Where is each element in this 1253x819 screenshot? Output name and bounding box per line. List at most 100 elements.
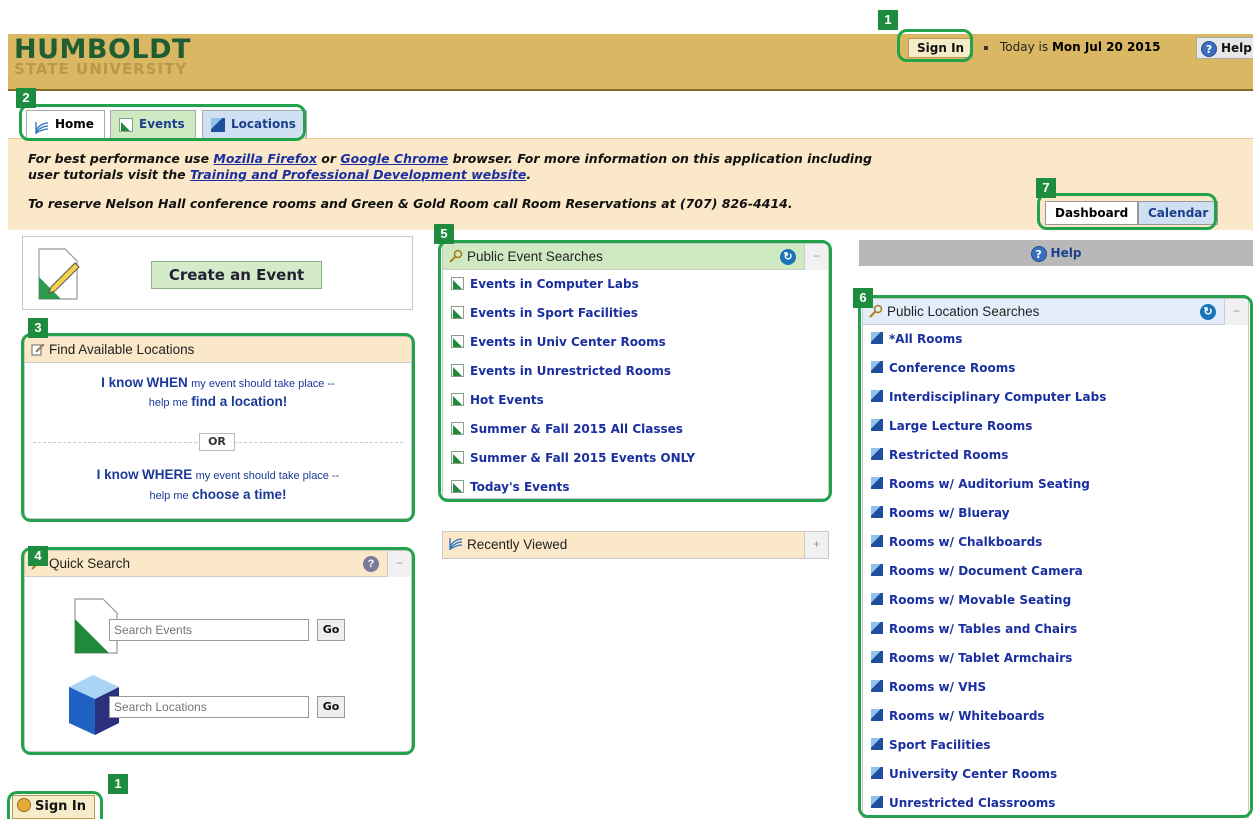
- search-events-go-button[interactable]: Go: [317, 619, 345, 641]
- list-item[interactable]: Rooms w/ Movable Seating: [863, 586, 1248, 615]
- event-icon: [451, 451, 464, 464]
- when-link-line1[interactable]: I know WHEN my event should take place -…: [25, 375, 411, 390]
- public-event-searches-panel: Public Event Searches ↻ − Events in Comp…: [442, 243, 829, 499]
- list-item[interactable]: Conference Rooms: [863, 354, 1248, 383]
- list-item[interactable]: Large Lecture Rooms: [863, 412, 1248, 441]
- expand-icon[interactable]: +: [804, 532, 828, 558]
- location-search-link[interactable]: Sport Facilities: [889, 738, 990, 752]
- chrome-link[interactable]: Google Chrome: [340, 151, 448, 166]
- list-item[interactable]: Events in Sport Facilities: [443, 299, 828, 328]
- search-locations-input[interactable]: [109, 696, 309, 718]
- list-item[interactable]: Rooms w/ Tables and Chairs: [863, 615, 1248, 644]
- location-search-link[interactable]: Rooms w/ VHS: [889, 680, 986, 694]
- recently-viewed-header[interactable]: Recently Viewed +: [443, 532, 828, 558]
- firefox-link[interactable]: Mozilla Firefox: [213, 151, 317, 166]
- location-search-link[interactable]: Conference Rooms: [889, 361, 1015, 375]
- event-search-link[interactable]: Summer & Fall 2015 All Classes: [470, 422, 683, 436]
- location-search-link[interactable]: *All Rooms: [889, 332, 962, 346]
- create-event-button[interactable]: Create an Event: [151, 261, 322, 289]
- list-item[interactable]: University Center Rooms: [863, 760, 1248, 789]
- calendar-tab[interactable]: Calendar: [1138, 201, 1219, 225]
- list-item[interactable]: Rooms w/ Chalkboards: [863, 528, 1248, 557]
- location-search-link[interactable]: Restricted Rooms: [889, 448, 1008, 462]
- callout-2: 2: [16, 88, 36, 108]
- search-events-input[interactable]: [109, 619, 309, 641]
- tab-events[interactable]: Events: [110, 110, 196, 138]
- list-item[interactable]: Events in Computer Labs: [443, 270, 828, 299]
- sign-in-button[interactable]: Sign In: [908, 38, 974, 58]
- university-logo[interactable]: HUMBOLDT STATE UNIVERSITY: [14, 36, 191, 77]
- location-search-link[interactable]: Rooms w/ Tablet Armchairs: [889, 651, 1072, 665]
- list-item[interactable]: Rooms w/ Auditorium Seating: [863, 470, 1248, 499]
- notice-line-3: To reserve Nelson Hall conference rooms …: [28, 196, 793, 211]
- collapse-icon[interactable]: −: [1224, 299, 1248, 325]
- choose-time-link[interactable]: choose a time!: [192, 487, 287, 502]
- location-search-link[interactable]: Rooms w/ Auditorium Seating: [889, 477, 1090, 491]
- callout-1-top: 1: [878, 10, 898, 30]
- location-search-link[interactable]: Rooms w/ Movable Seating: [889, 593, 1071, 607]
- list-item[interactable]: Events in Univ Center Rooms: [443, 328, 828, 357]
- list-item[interactable]: *All Rooms: [863, 325, 1248, 354]
- help-icon: ?: [1030, 245, 1047, 262]
- sign-in-bottom-button[interactable]: Sign In: [12, 795, 95, 819]
- collapse-icon[interactable]: −: [387, 551, 411, 577]
- list-item[interactable]: Restricted Rooms: [863, 441, 1248, 470]
- help-button[interactable]: ? Help: [1196, 37, 1253, 59]
- when-link-line2[interactable]: help me find a location!: [25, 394, 411, 409]
- list-item[interactable]: Rooms w/ Whiteboards: [863, 702, 1248, 731]
- event-search-link[interactable]: Events in Sport Facilities: [470, 306, 638, 320]
- callout-1-bottom: 1: [108, 774, 128, 794]
- event-search-link[interactable]: Summer & Fall 2015 Events ONLY: [470, 451, 695, 465]
- location-search-link[interactable]: University Center Rooms: [889, 767, 1057, 781]
- training-link[interactable]: Training and Professional Development we…: [190, 167, 526, 182]
- search-locations-go-button[interactable]: Go: [317, 696, 345, 718]
- event-search-link[interactable]: Hot Events: [470, 393, 544, 407]
- notice-text: .: [526, 167, 532, 182]
- location-search-link[interactable]: Rooms w/ Whiteboards: [889, 709, 1045, 723]
- tab-home[interactable]: Home: [26, 110, 105, 138]
- quick-search-help-icon[interactable]: ?: [363, 556, 379, 572]
- dashboard-help-bar[interactable]: ? Help: [859, 240, 1253, 266]
- list-item[interactable]: Today's Events: [443, 473, 828, 502]
- event-search-link[interactable]: Events in Computer Labs: [470, 277, 639, 291]
- sign-in-bottom-label: Sign In: [35, 799, 86, 814]
- location-icon: [871, 738, 883, 750]
- when-text: I know: [101, 375, 144, 390]
- list-item[interactable]: Unrestricted Classrooms: [863, 789, 1248, 818]
- list-item[interactable]: Events in Unrestricted Rooms: [443, 357, 828, 386]
- refresh-icon[interactable]: ↻: [780, 249, 796, 265]
- dashboard-tab[interactable]: Dashboard: [1045, 201, 1139, 225]
- location-search-link[interactable]: Interdisciplinary Computer Labs: [889, 390, 1106, 404]
- event-search-link[interactable]: Today's Events: [470, 480, 570, 494]
- search-key-icon: [449, 246, 463, 263]
- list-item[interactable]: Sport Facilities: [863, 731, 1248, 760]
- list-item[interactable]: Rooms w/ VHS: [863, 673, 1248, 702]
- list-item[interactable]: Rooms w/ Document Camera: [863, 557, 1248, 586]
- list-item[interactable]: Summer & Fall 2015 All Classes: [443, 415, 828, 444]
- where-link-line2[interactable]: help me choose a time!: [25, 487, 411, 502]
- event-search-link[interactable]: Events in Univ Center Rooms: [470, 335, 666, 349]
- list-item[interactable]: Rooms w/ Tablet Armchairs: [863, 644, 1248, 673]
- find-available-locations-panel: Find Available Locations I know WHEN my …: [24, 336, 412, 519]
- location-search-link[interactable]: Large Lecture Rooms: [889, 419, 1032, 433]
- location-search-link[interactable]: Rooms w/ Document Camera: [889, 564, 1083, 578]
- event-icon: [451, 393, 464, 406]
- list-item[interactable]: Hot Events: [443, 386, 828, 415]
- list-item[interactable]: Summer & Fall 2015 Events ONLY: [443, 444, 828, 473]
- notice-line-1: For best performance use Mozilla Firefox…: [28, 151, 872, 166]
- list-item[interactable]: Interdisciplinary Computer Labs: [863, 383, 1248, 412]
- refresh-icon[interactable]: ↻: [1200, 304, 1216, 320]
- tab-locations[interactable]: Locations: [202, 110, 307, 138]
- location-search-link[interactable]: Rooms w/ Blueray: [889, 506, 1010, 520]
- location-icon: [871, 796, 883, 808]
- location-search-link[interactable]: Unrestricted Classrooms: [889, 796, 1055, 810]
- location-search-link[interactable]: Rooms w/ Chalkboards: [889, 535, 1042, 549]
- find-locations-title: Find Available Locations: [49, 342, 195, 357]
- find-location-link[interactable]: find a location!: [191, 394, 287, 409]
- collapse-icon[interactable]: −: [804, 244, 828, 270]
- when-text: WHEN: [146, 375, 188, 390]
- list-item[interactable]: Rooms w/ Blueray: [863, 499, 1248, 528]
- where-link-line1[interactable]: I know WHERE my event should take place …: [25, 467, 411, 482]
- location-search-link[interactable]: Rooms w/ Tables and Chairs: [889, 622, 1077, 636]
- event-search-link[interactable]: Events in Unrestricted Rooms: [470, 364, 671, 378]
